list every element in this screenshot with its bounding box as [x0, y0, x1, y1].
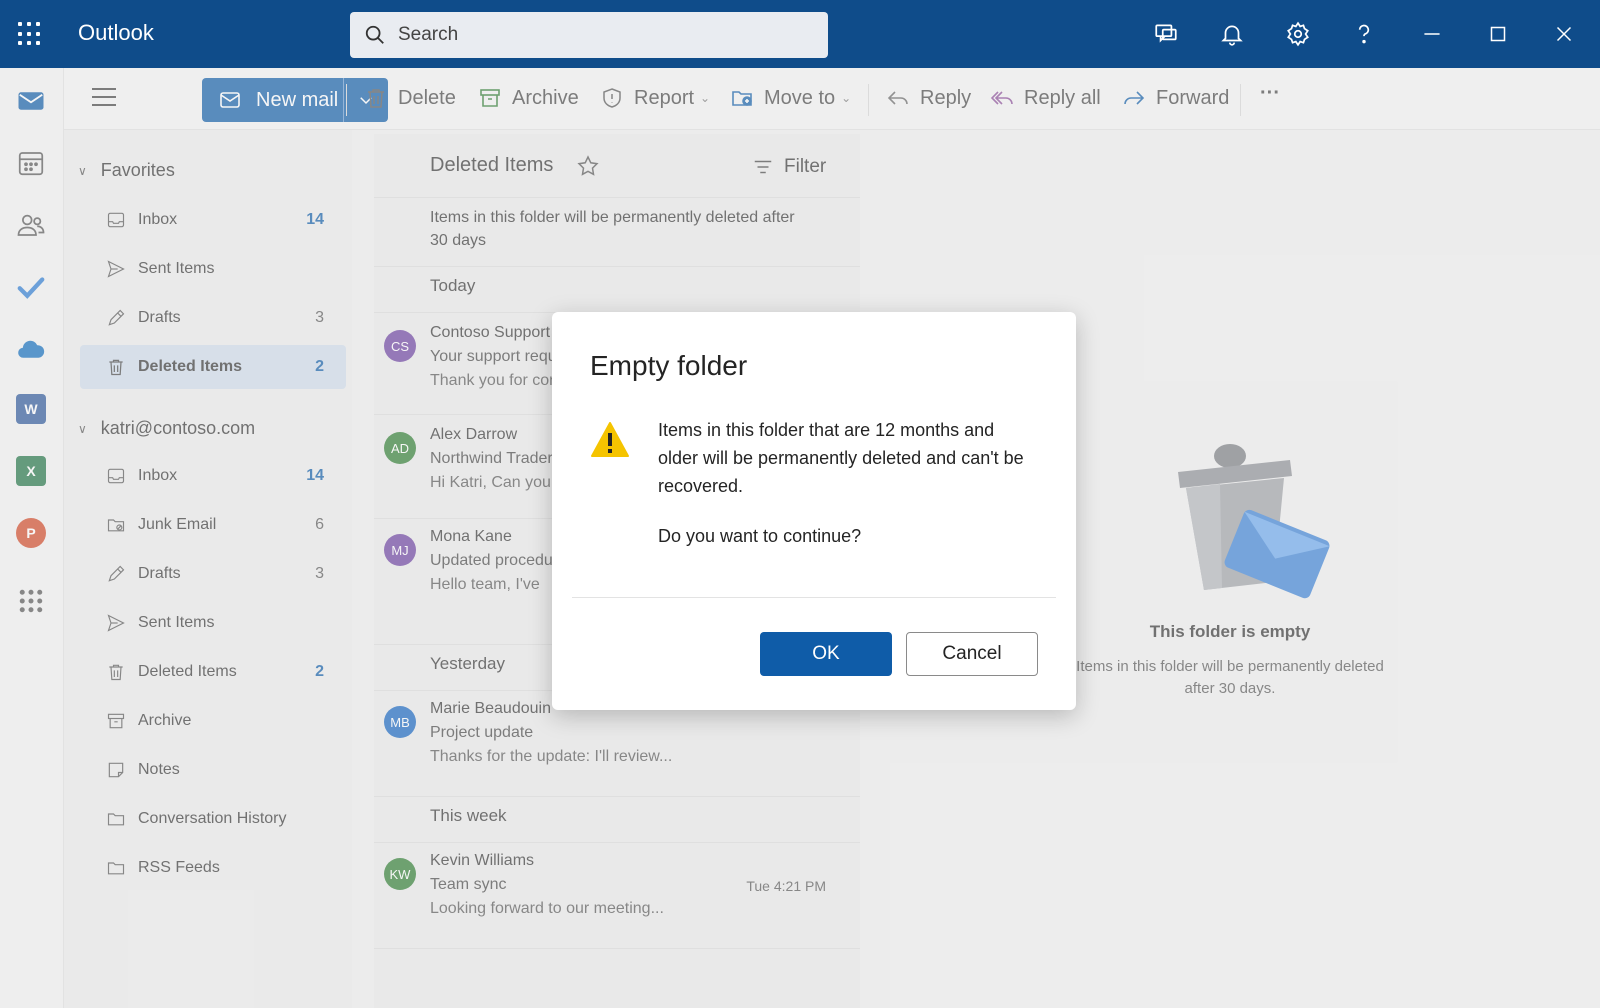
close-icon[interactable] — [1550, 20, 1578, 48]
search-input[interactable] — [398, 24, 798, 46]
feedback-icon[interactable] — [1152, 20, 1180, 48]
title-bar: Outlook — [0, 0, 1600, 68]
empty-folder-dialog: Empty folder Items in this folder that a… — [552, 312, 1076, 710]
dialog-title: Empty folder — [590, 350, 748, 381]
dialog-message: Items in this folder that are 12 months … — [658, 420, 1024, 496]
gear-icon[interactable] — [1284, 20, 1312, 48]
dialog-question: Do you want to continue? — [658, 526, 862, 546]
help-icon[interactable] — [1350, 20, 1378, 48]
search-box[interactable] — [350, 12, 828, 58]
app-title: Outlook — [78, 20, 154, 45]
bell-icon[interactable] — [1218, 20, 1246, 48]
app-launcher-icon[interactable] — [18, 22, 42, 46]
warning-icon — [591, 422, 629, 457]
search-icon — [365, 25, 384, 44]
cancel-button[interactable]: Cancel — [906, 632, 1038, 676]
maximize-icon[interactable] — [1484, 20, 1512, 48]
minimize-icon[interactable] — [1418, 20, 1446, 48]
ok-button[interactable]: OK — [760, 632, 892, 676]
